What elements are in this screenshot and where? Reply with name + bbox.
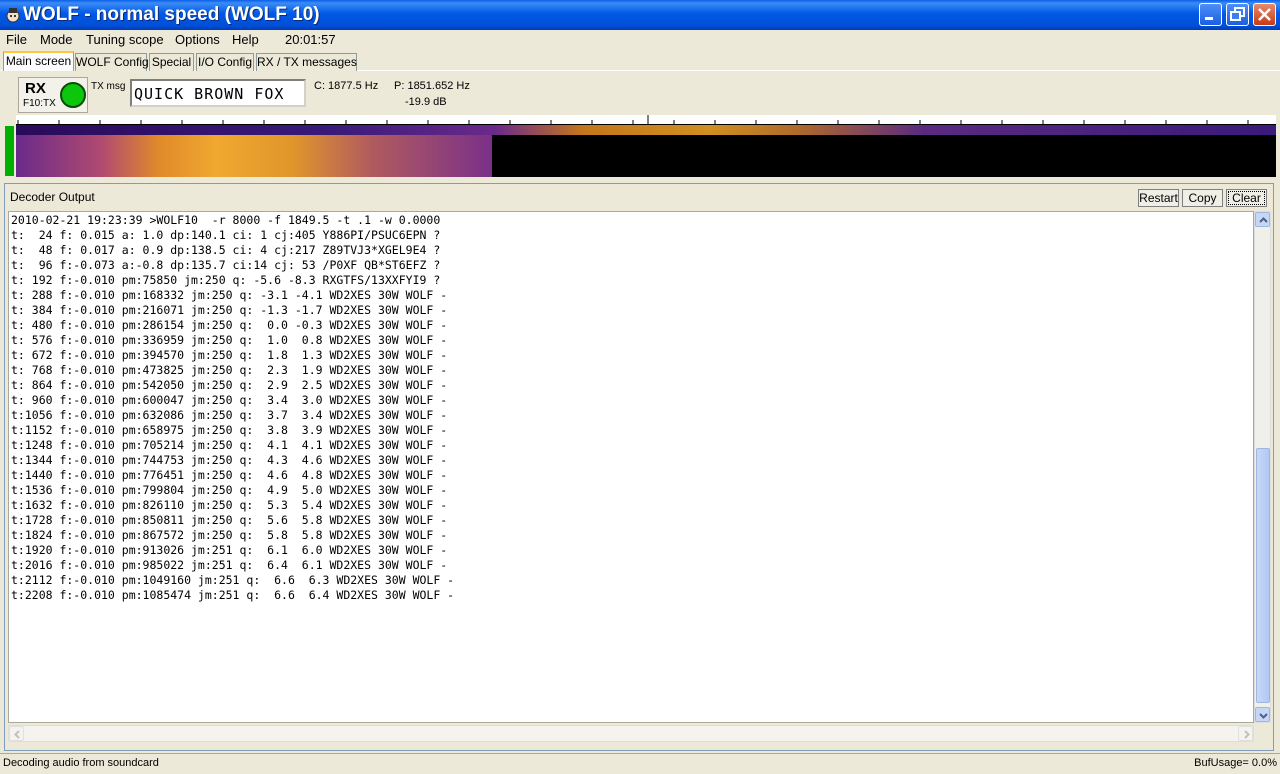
decoder-line: t: 96 f:-0.073 a:-0.8 dp:135.7 ci:14 cj:… (11, 258, 441, 272)
rx-tx-toggle[interactable]: RX F10:TX (18, 77, 88, 113)
decoder-output-panel: Decoder Output Restart Copy Clear 2010-0… (4, 183, 1274, 751)
waterfall-current-row (16, 125, 1276, 135)
tab-special[interactable]: Special (149, 53, 194, 71)
decoder-line: t:1152 f:-0.010 pm:658975 jm:250 q: 3.8 … (11, 423, 448, 437)
waterfall-spectrogram[interactable] (16, 125, 1276, 177)
status-message: Decoding audio from soundcard (3, 757, 159, 769)
window-title: WOLF - normal speed (WOLF 10) (23, 4, 320, 25)
peak-frequency: P: 1851.652 Hz (394, 80, 470, 92)
wolf-app-icon[interactable] (5, 7, 21, 23)
restart-button[interactable]: Restart (1138, 189, 1179, 207)
decoder-line: t:2112 f:-0.010 pm:1049160 jm:251 q: 6.6… (11, 573, 455, 587)
title-bar: WOLF - normal speed (WOLF 10) (0, 0, 1280, 30)
signal-level-bar (5, 126, 14, 176)
decoder-line: t:1248 f:-0.010 pm:705214 jm:250 q: 4.1 … (11, 438, 448, 452)
scroll-down-button[interactable] (1255, 707, 1270, 722)
frequency-scale[interactable] (16, 115, 1276, 125)
decoder-line: t: 48 f: 0.017 a: 0.9 dp:138.5 ci: 4 cj:… (11, 243, 441, 257)
decoder-line: t: 24 f: 0.015 a: 1.0 dp:140.1 ci: 1 cj:… (11, 228, 441, 242)
peak-level: -19.9 dB (405, 96, 447, 108)
menu-mode[interactable]: Mode (40, 32, 73, 47)
minimize-icon (1205, 17, 1213, 20)
tx-message-input[interactable]: QUICK BROWN FOX (130, 79, 306, 107)
vertical-scrollbar[interactable] (1254, 211, 1271, 723)
chevron-down-icon (1259, 713, 1268, 719)
clock: 20:01:57 (285, 32, 336, 47)
decoder-line: t: 288 f:-0.010 pm:168332 jm:250 q: -3.1… (11, 288, 448, 302)
copy-button[interactable]: Copy (1182, 189, 1223, 207)
tx-msg-label: TX msg (91, 81, 126, 92)
scroll-right-button[interactable] (1238, 726, 1253, 741)
decoder-output-text[interactable]: 2010-02-21 19:23:39 >WOLF10 -r 8000 -f 1… (8, 211, 1254, 723)
tx-hotkey-hint: F10:TX (23, 98, 56, 109)
close-icon (1258, 8, 1271, 21)
chevron-right-icon (1244, 730, 1250, 739)
decoder-line: t: 480 f:-0.010 pm:286154 jm:250 q: 0.0 … (11, 318, 448, 332)
decoder-line: 2010-02-21 19:23:39 >WOLF10 -r 8000 -f 1… (11, 213, 441, 227)
decoder-line: t: 864 f:-0.010 pm:542050 jm:250 q: 2.9 … (11, 378, 448, 392)
tab-wolf-config[interactable]: WOLF Config (75, 53, 149, 71)
decoder-line: t: 768 f:-0.010 pm:473825 jm:250 q: 2.3 … (11, 363, 448, 377)
decoder-line: t: 960 f:-0.010 pm:600047 jm:250 q: 3.4 … (11, 393, 448, 407)
decoder-line: t:1824 f:-0.010 pm:867572 jm:250 q: 5.8 … (11, 528, 448, 542)
decoder-line: t:1632 f:-0.010 pm:826110 jm:250 q: 5.3 … (11, 498, 448, 512)
decoder-line: t:1920 f:-0.010 pm:913026 jm:251 q: 6.1 … (11, 543, 448, 557)
chevron-up-icon (1259, 217, 1268, 223)
menu-file[interactable]: File (6, 32, 27, 47)
scroll-left-button[interactable] (9, 726, 24, 741)
decoder-line: t:1728 f:-0.010 pm:850811 jm:250 q: 5.6 … (11, 513, 448, 527)
menu-tuning-scope[interactable]: Tuning scope (86, 32, 164, 47)
decoder-line: t: 576 f:-0.010 pm:336959 jm:250 q: 1.0 … (11, 333, 448, 347)
status-bar: Decoding audio from soundcard BufUsage= … (0, 753, 1280, 774)
chevron-left-icon (14, 730, 20, 739)
restore-icon (1230, 7, 1245, 21)
tab-rx-tx-messages[interactable]: RX / TX messages (256, 53, 357, 71)
decoder-line: t:1536 f:-0.010 pm:799804 jm:250 q: 4.9 … (11, 483, 448, 497)
decoder-line: t:2016 f:-0.010 pm:985022 jm:251 q: 6.4 … (11, 558, 448, 572)
horizontal-scrollbar[interactable] (8, 725, 1254, 742)
decoder-line: t:1056 f:-0.010 pm:632086 jm:250 q: 3.7 … (11, 408, 448, 422)
decoder-line: t:2208 f:-0.010 pm:1085474 jm:251 q: 6.6… (11, 588, 455, 602)
tab-io-config[interactable]: I/O Config (196, 53, 254, 71)
clear-button[interactable]: Clear (1226, 189, 1267, 207)
tab-main-screen[interactable]: Main screen (3, 51, 74, 72)
close-button[interactable] (1253, 3, 1276, 26)
scroll-up-button[interactable] (1255, 212, 1270, 227)
decoder-line: t: 192 f:-0.010 pm:75850 jm:250 q: -5.6 … (11, 273, 441, 287)
minimize-button[interactable] (1199, 3, 1222, 26)
maximize-button[interactable] (1226, 3, 1249, 26)
decoder-line: t: 672 f:-0.010 pm:394570 jm:250 q: 1.8 … (11, 348, 448, 362)
decoder-line: t:1344 f:-0.010 pm:744753 jm:250 q: 4.3 … (11, 453, 448, 467)
vertical-scroll-thumb[interactable] (1256, 448, 1270, 703)
tab-bar: Main screen WOLF Config Special I/O Conf… (0, 50, 1280, 72)
rx-status-led-icon (60, 82, 86, 108)
decoder-line: t:1440 f:-0.010 pm:776451 jm:250 q: 4.6 … (11, 468, 448, 482)
menu-bar: File Mode Tuning scope Options Help 20:0… (0, 30, 1280, 50)
decoder-line: t: 384 f:-0.010 pm:216071 jm:250 q: -1.3… (11, 303, 448, 317)
main-panel: RX F10:TX TX msg QUICK BROWN FOX C: 1877… (0, 71, 1280, 753)
menu-options[interactable]: Options (175, 32, 220, 47)
decoder-output-title: Decoder Output (10, 190, 95, 204)
waterfall-history (16, 135, 492, 177)
center-frequency: C: 1877.5 Hz (314, 80, 379, 92)
buffer-usage: BufUsage= 0.0% (1194, 757, 1277, 769)
menu-help[interactable]: Help (232, 32, 259, 47)
rx-mode-label: RX (25, 80, 46, 97)
